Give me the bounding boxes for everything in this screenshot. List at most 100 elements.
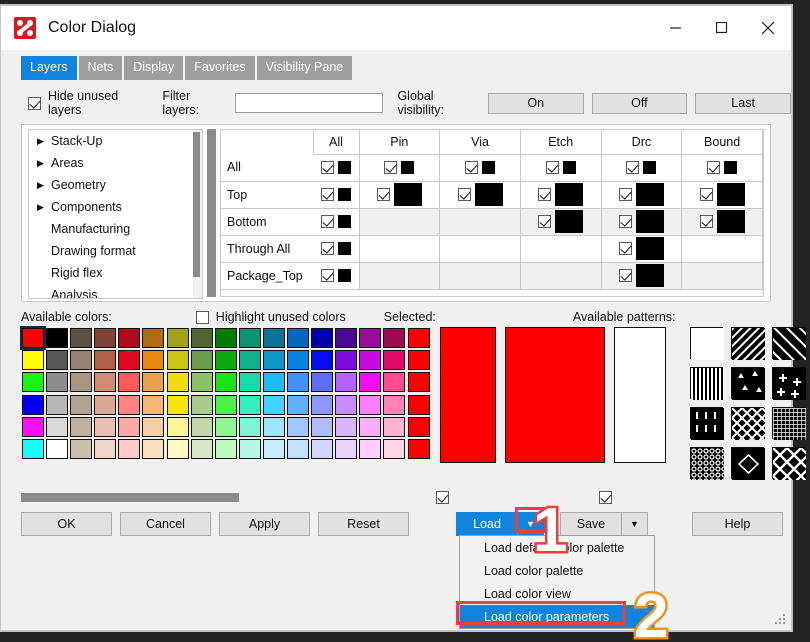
selected-color-enable-checkbox[interactable] bbox=[436, 491, 449, 504]
color-swatch[interactable] bbox=[717, 183, 745, 206]
tree-item-rigid-flex[interactable]: ▶Rigid flex bbox=[29, 262, 202, 284]
palette-swatch[interactable] bbox=[287, 395, 309, 415]
palette-swatch[interactable] bbox=[287, 328, 309, 348]
expand-arrow-icon[interactable]: ▶ bbox=[37, 180, 51, 191]
help-button[interactable]: Help bbox=[692, 512, 783, 536]
pattern-swatch-solid-white[interactable] bbox=[690, 327, 723, 359]
palette-swatch[interactable] bbox=[239, 350, 261, 370]
palette-swatch[interactable] bbox=[191, 439, 213, 459]
palette-swatch[interactable] bbox=[191, 395, 213, 415]
color-swatch[interactable] bbox=[475, 183, 503, 206]
palette-swatch[interactable] bbox=[46, 350, 68, 370]
palette-swatch[interactable] bbox=[383, 417, 405, 437]
palette-swatch[interactable] bbox=[287, 417, 309, 437]
palette-swatch[interactable] bbox=[359, 395, 381, 415]
palette-swatch[interactable] bbox=[359, 350, 381, 370]
grid-cell-pin[interactable] bbox=[359, 181, 440, 208]
palette-swatch[interactable] bbox=[311, 372, 333, 392]
pattern-swatch-dash-columns[interactable] bbox=[690, 407, 723, 439]
palette-swatch[interactable] bbox=[94, 350, 116, 370]
palette-swatch[interactable] bbox=[94, 417, 116, 437]
visibility-checkbox[interactable] bbox=[384, 161, 397, 174]
palette-swatch[interactable] bbox=[287, 372, 309, 392]
palette-swatch[interactable] bbox=[383, 439, 405, 459]
palette-swatch[interactable] bbox=[311, 328, 333, 348]
palette-swatch[interactable] bbox=[46, 372, 68, 392]
grid-column-etch[interactable]: Etch bbox=[520, 130, 601, 154]
palette-swatch[interactable] bbox=[335, 372, 357, 392]
palette-swatch[interactable] bbox=[311, 350, 333, 370]
visibility-checkbox[interactable] bbox=[707, 161, 720, 174]
palette-swatch[interactable] bbox=[46, 417, 68, 437]
palette-swatch[interactable] bbox=[383, 328, 405, 348]
color-swatch[interactable] bbox=[482, 161, 495, 174]
pattern-swatch-diamond-outline[interactable] bbox=[731, 447, 764, 479]
global-visibility-last-button[interactable]: Last bbox=[695, 93, 791, 114]
palette-swatch[interactable] bbox=[287, 350, 309, 370]
palette-swatch[interactable] bbox=[191, 417, 213, 437]
palette-swatch[interactable] bbox=[142, 417, 164, 437]
grid-cell-drc[interactable] bbox=[601, 181, 682, 208]
color-swatch[interactable] bbox=[636, 237, 664, 260]
panel-splitter[interactable] bbox=[207, 129, 216, 297]
palette-swatch[interactable] bbox=[215, 395, 237, 415]
color-swatch[interactable] bbox=[401, 161, 414, 174]
tree-scrollbar-thumb[interactable] bbox=[193, 132, 200, 277]
visibility-checkbox[interactable] bbox=[619, 188, 632, 201]
visibility-checkbox[interactable] bbox=[546, 161, 559, 174]
grid-cell-via[interactable] bbox=[440, 181, 521, 208]
selected-color-swatch-primary[interactable] bbox=[440, 327, 496, 463]
palette-swatch[interactable] bbox=[46, 395, 68, 415]
grid-cell-drc[interactable] bbox=[601, 235, 682, 262]
hide-unused-layers-checkbox[interactable] bbox=[28, 97, 41, 110]
color-swatch[interactable] bbox=[555, 210, 583, 233]
ok-button[interactable]: OK bbox=[21, 512, 112, 536]
close-icon[interactable] bbox=[745, 6, 791, 50]
save-button-label[interactable]: Save bbox=[561, 513, 621, 535]
palette-swatch[interactable] bbox=[263, 350, 285, 370]
grid-cell-all[interactable] bbox=[313, 181, 359, 208]
palette-swatch[interactable] bbox=[239, 395, 261, 415]
palette-swatch[interactable] bbox=[191, 372, 213, 392]
color-palette-grid[interactable] bbox=[21, 327, 431, 483]
grid-column-via[interactable]: Via bbox=[440, 130, 521, 154]
palette-swatch[interactable] bbox=[22, 417, 44, 437]
palette-swatch[interactable] bbox=[167, 417, 189, 437]
palette-swatch[interactable] bbox=[359, 328, 381, 348]
grid-column-pin[interactable]: Pin bbox=[359, 130, 440, 154]
palette-swatch[interactable] bbox=[335, 439, 357, 459]
grid-cell-bound[interactable] bbox=[682, 154, 763, 181]
filter-layers-input[interactable] bbox=[235, 93, 383, 113]
tree-item-manufacturing[interactable]: ▶Manufacturing bbox=[29, 218, 202, 240]
visibility-checkbox[interactable] bbox=[321, 188, 334, 201]
palette-swatch[interactable] bbox=[408, 417, 430, 437]
palette-swatch[interactable] bbox=[142, 350, 164, 370]
resize-grip-icon[interactable] bbox=[774, 614, 786, 626]
pattern-swatch-diagonal-lines-thin[interactable] bbox=[772, 327, 805, 359]
palette-swatch[interactable] bbox=[335, 417, 357, 437]
palette-swatch[interactable] bbox=[335, 395, 357, 415]
palette-swatch[interactable] bbox=[22, 372, 44, 392]
palette-swatch[interactable] bbox=[335, 328, 357, 348]
color-swatch[interactable] bbox=[338, 161, 351, 174]
palette-swatch[interactable] bbox=[46, 328, 68, 348]
color-swatch[interactable] bbox=[563, 161, 576, 174]
palette-swatch[interactable] bbox=[70, 328, 92, 348]
palette-swatch[interactable] bbox=[263, 372, 285, 392]
visibility-checkbox[interactable] bbox=[700, 215, 713, 228]
highlight-unused-colors-checkbox[interactable] bbox=[196, 311, 209, 324]
palette-swatch[interactable] bbox=[359, 417, 381, 437]
visibility-checkbox[interactable] bbox=[321, 161, 334, 174]
load-button-label[interactable]: Load bbox=[457, 513, 517, 535]
tree-item-geometry[interactable]: ▶Geometry bbox=[29, 174, 202, 196]
expand-arrow-icon[interactable]: ▶ bbox=[37, 202, 51, 213]
grid-column-drc[interactable]: Drc bbox=[601, 130, 682, 154]
grid-cell-drc[interactable] bbox=[601, 262, 682, 289]
palette-swatch[interactable] bbox=[118, 328, 140, 348]
palette-swatch[interactable] bbox=[94, 372, 116, 392]
palette-swatch[interactable] bbox=[22, 395, 44, 415]
expand-arrow-icon[interactable]: ▶ bbox=[37, 136, 51, 147]
palette-swatch[interactable] bbox=[359, 372, 381, 392]
palette-swatch[interactable] bbox=[215, 417, 237, 437]
pattern-swatch-plus-signs[interactable] bbox=[772, 367, 805, 399]
